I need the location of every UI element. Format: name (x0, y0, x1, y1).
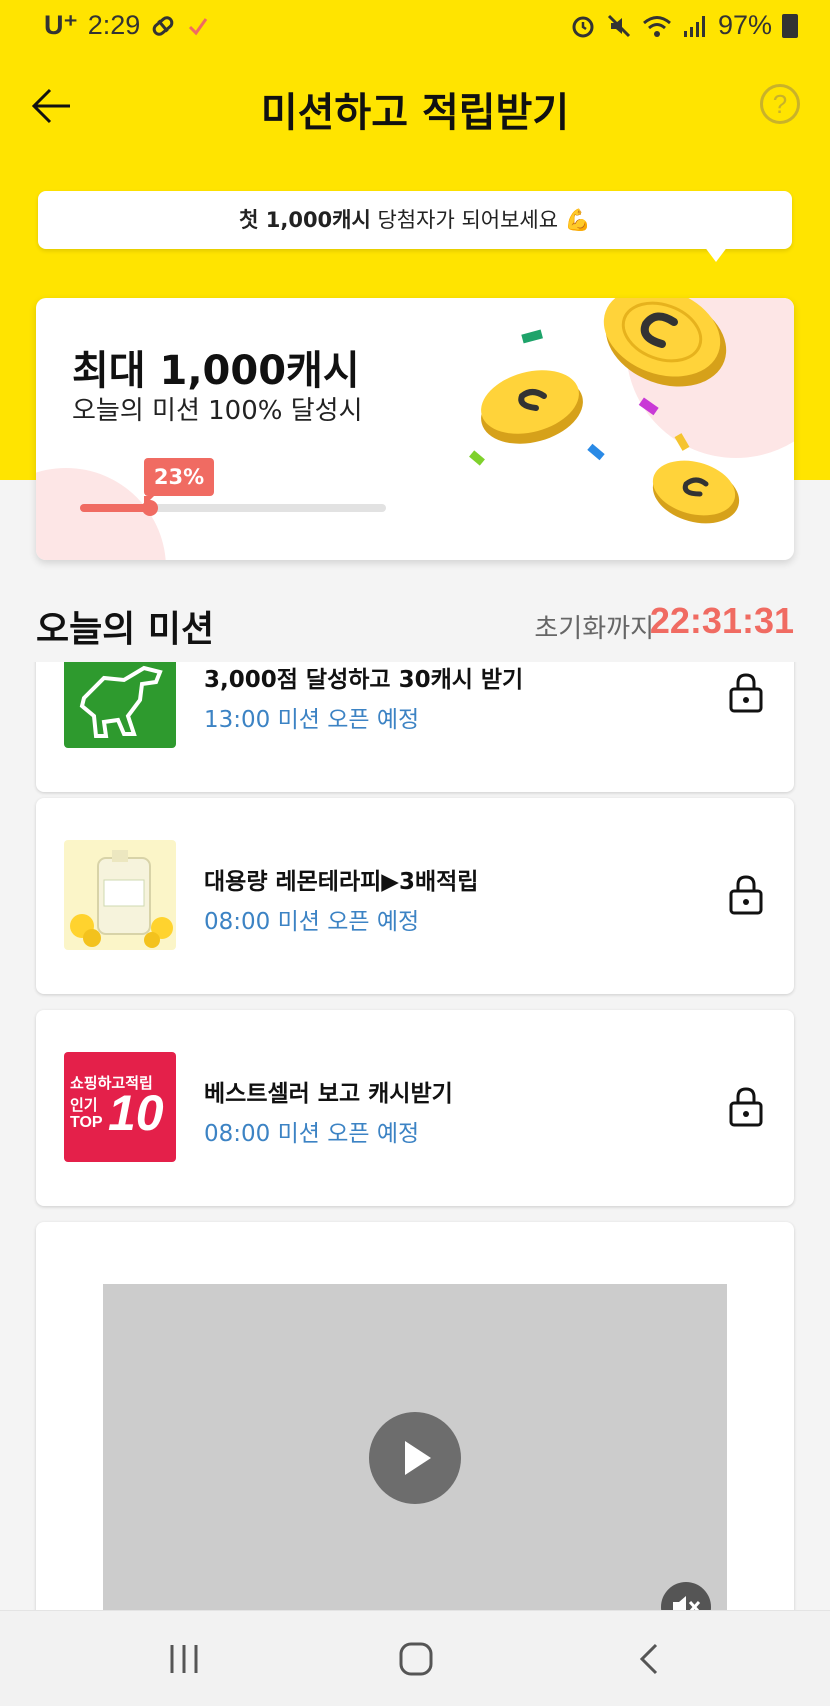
recent-apps-icon[interactable] (164, 1639, 204, 1679)
wifi-icon (642, 15, 671, 37)
mute-toggle[interactable] (661, 1582, 711, 1610)
reset-label: 초기화까지 (534, 614, 654, 644)
reward-title: 최대 1,000캐시 (72, 348, 360, 394)
lock-icon (729, 673, 763, 713)
reward-card: 최대 1,000캐시 오늘의 미션 100% 달성시 23% (36, 298, 794, 560)
signal-icon (683, 15, 705, 37)
lock-icon (729, 1087, 763, 1127)
thumb-text: 인기 (70, 1097, 98, 1114)
status-bar: U⁺ 2:29 97% (0, 0, 830, 52)
check-icon (189, 17, 208, 35)
section-title: 오늘의 미션 (36, 609, 215, 650)
mission-open-time: 08:00 미션 오픈 예정 (204, 1121, 420, 1147)
progress-fill (80, 504, 151, 512)
dinosaur-icon (79, 665, 163, 738)
reset-countdown: 22:31:31 (649, 600, 794, 641)
thumb-text: 10 (108, 1085, 164, 1141)
tooltip-tail (704, 246, 728, 262)
home-icon[interactable] (396, 1639, 436, 1679)
promo-tooltip: 첫 1,000캐시 당첨자가 되어보세요 💪 (38, 191, 792, 249)
page-title: 미션하고 적립받기 (260, 90, 570, 136)
video-player[interactable] (103, 1284, 727, 1610)
play-icon[interactable] (369, 1412, 461, 1504)
mission-title: 대용량 레몬테라피▶3배적립 (204, 869, 479, 895)
progress-badge: 23% (144, 458, 214, 506)
app-header: 미션하고 적립받기 ? (0, 62, 830, 152)
video-ad-card[interactable] (36, 1222, 794, 1610)
mission-open-time: 08:00 미션 오픈 예정 (204, 909, 420, 935)
speaker-muted-icon (673, 1596, 701, 1610)
battery-icon (782, 13, 798, 38)
mission-thumbnail (64, 662, 176, 748)
mission-title: 3,000점 달성하고 30캐시 받기 (204, 667, 524, 693)
mute-icon (607, 14, 631, 37)
help-icon[interactable]: ? (760, 84, 800, 124)
mission-open-time: 13:00 미션 오픈 예정 (204, 707, 420, 733)
back-nav-icon[interactable] (630, 1639, 670, 1679)
promo-highlight: 첫 1,000캐시 (239, 208, 371, 232)
promo-text: 당첨자가 되어보세요 💪 (370, 208, 591, 232)
battery-percent: 97% (717, 10, 772, 40)
reward-subtitle: 오늘의 미션 100% 달성시 (72, 396, 363, 426)
coins-illustration (469, 298, 740, 524)
lock-icon (729, 875, 763, 915)
clock: 2:29 (87, 10, 141, 40)
mission-card[interactable]: 쇼핑하고적립 인기 TOP 10 베스트셀러 보고 캐시받기 08:00 미션 … (36, 1010, 794, 1206)
pill-icon (152, 15, 174, 36)
mission-card[interactable]: 대용량 레몬테라피▶3배적립 08:00 미션 오픈 예정 (36, 798, 794, 994)
carrier-label: U⁺ (44, 10, 78, 40)
system-nav-bar (0, 1610, 830, 1706)
mission-title: 베스트셀러 보고 캐시받기 (204, 1081, 453, 1107)
progress-bar (80, 500, 386, 516)
progress-knob (142, 500, 159, 516)
thumb-text: TOP (70, 1114, 103, 1131)
mission-thumbnail: 쇼핑하고적립 인기 TOP 10 (64, 1052, 176, 1162)
mission-thumbnail (64, 840, 176, 950)
mission-card[interactable]: 3,000점 달성하고 30캐시 받기 13:00 미션 오픈 예정 (36, 662, 794, 792)
alarm-icon (572, 16, 594, 37)
lemon-detergent-image (70, 850, 173, 948)
mission-list[interactable]: 3,000점 달성하고 30캐시 받기 13:00 미션 오픈 예정 대용량 레… (0, 662, 830, 1610)
